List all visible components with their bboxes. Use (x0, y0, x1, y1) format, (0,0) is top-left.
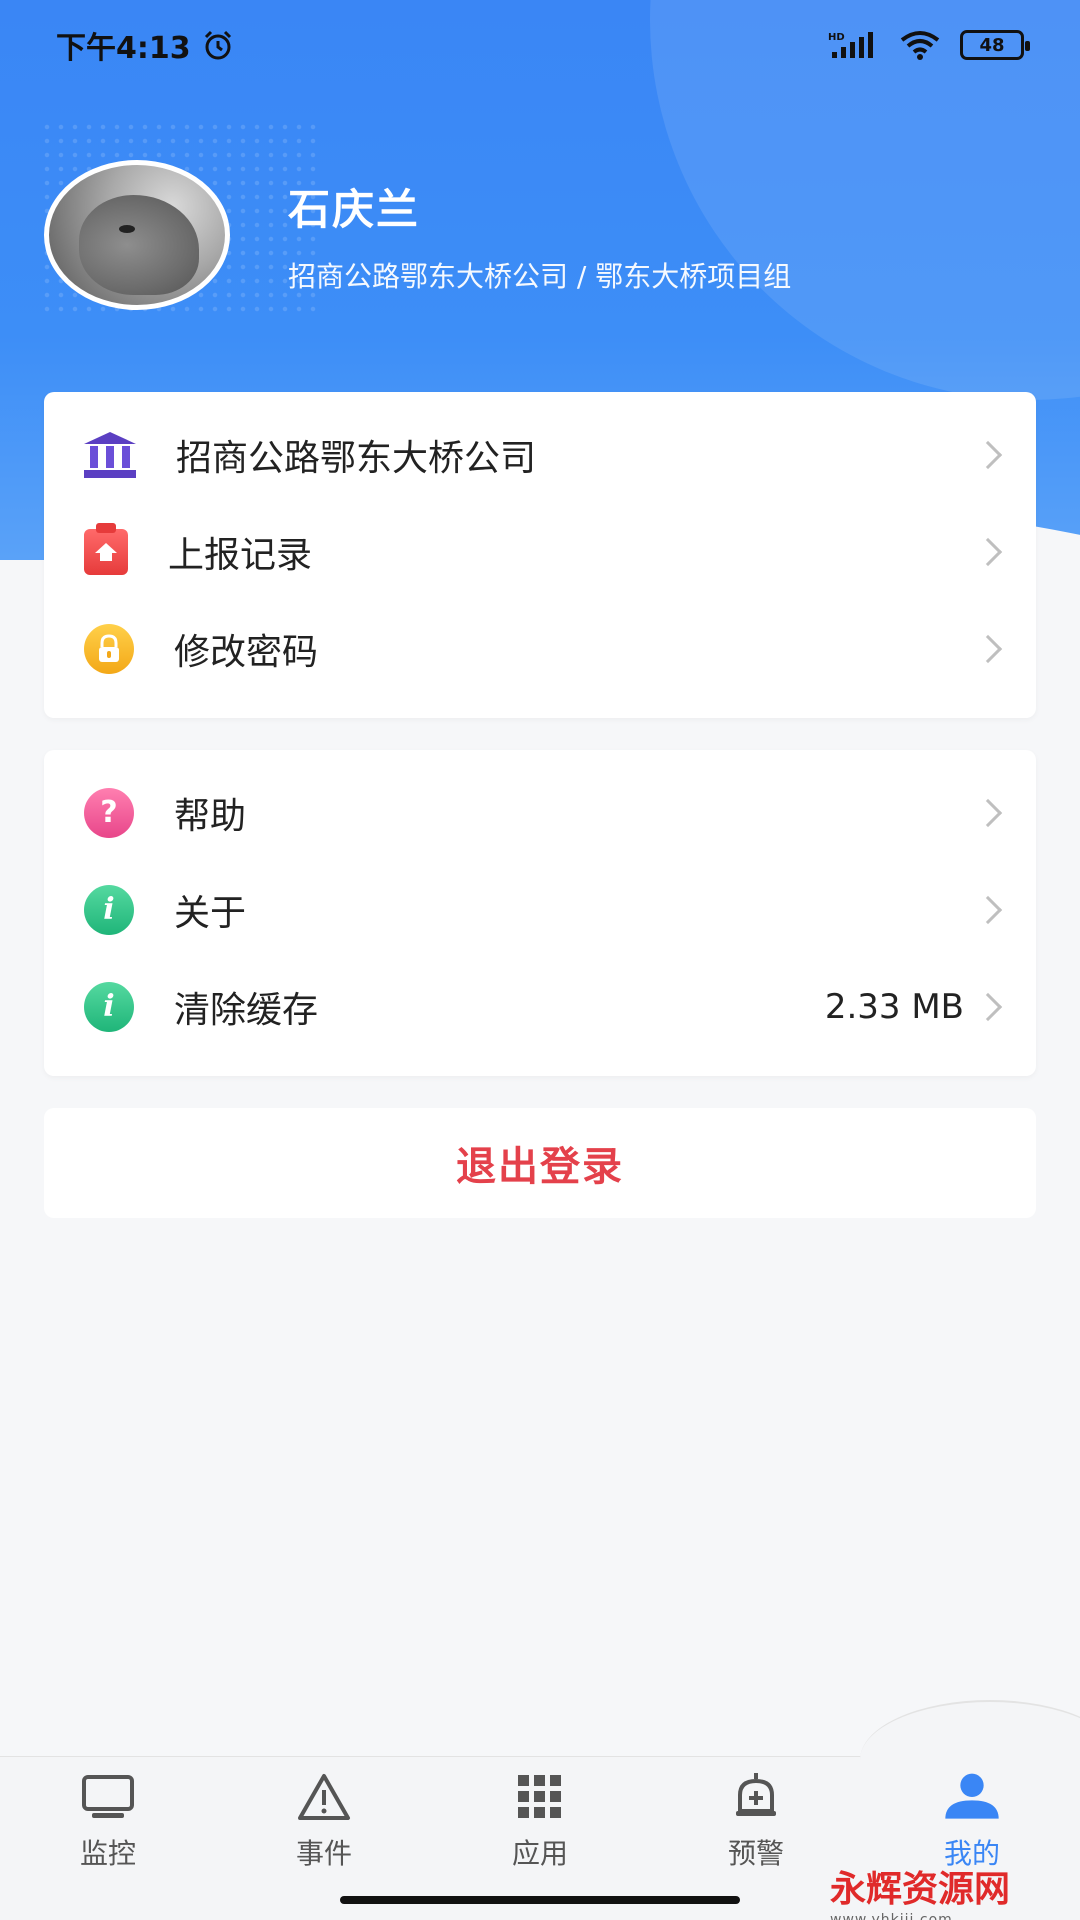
bottom-nav: 监控 事件 应用 预警 我的 (0, 1770, 1080, 1872)
nav-label: 应用 (511, 1837, 568, 1870)
menu-item-clear-cache[interactable]: i 清除缓存 2.33 MB (44, 958, 1036, 1055)
avatar-cat-eye (119, 225, 135, 233)
menu-item-about[interactable]: i 关于 (44, 861, 1036, 958)
status-indicators: HD 48 (828, 30, 1030, 60)
menu-item-report-records[interactable]: 上报记录 (44, 503, 1036, 600)
profile-name: 石庆兰 (288, 184, 421, 234)
chevron-right-icon (973, 634, 1003, 663)
watermark: 永辉资源网 www.yhkjjj.com (830, 1860, 1010, 1920)
nav-tab-apps[interactable]: 应用 (432, 1770, 648, 1872)
battery-level: 48 (979, 34, 1005, 56)
nav-tab-monitor[interactable]: 监控 (0, 1770, 216, 1872)
home-indicator[interactable] (340, 1896, 740, 1904)
watermark-text: 永辉资源网 (830, 1869, 1011, 1910)
user-icon (942, 1770, 1002, 1824)
menu-item-label: 招商公路鄂东大桥公司 (176, 437, 537, 479)
menu-item-help[interactable]: ? 帮助 (44, 764, 1036, 861)
logout-label: 退出登录 (456, 1144, 624, 1190)
signal-icon: HD (828, 32, 873, 58)
profile-text: 石庆兰 招商公路鄂东大桥公司 / 鄂东大桥项目组 (288, 176, 791, 295)
nav-label: 预警 (727, 1837, 784, 1870)
menu-item-label: 帮助 (174, 795, 247, 837)
avatar[interactable] (44, 160, 230, 310)
chevron-right-icon (973, 798, 1003, 827)
status-time-group: 下午4:13 (56, 23, 235, 67)
cache-size-value: 2.33 MB (824, 986, 964, 1027)
nav-tab-alerts[interactable]: 预警 (648, 1770, 864, 1872)
nav-label: 事件 (295, 1837, 352, 1870)
nav-label: 监控 (79, 1837, 136, 1870)
alarm-bell-icon (726, 1770, 786, 1824)
chevron-right-icon (973, 440, 1003, 469)
apps-grid-icon (510, 1770, 570, 1824)
report-clipboard-icon (84, 522, 128, 575)
app-menu-card: ? 帮助 i 关于 i 清除缓存 2.33 MB (44, 750, 1036, 1076)
menu-item-label: 上报记录 (168, 534, 313, 576)
warning-triangle-icon (294, 1770, 354, 1824)
nav-tab-events[interactable]: 事件 (216, 1770, 432, 1872)
chevron-right-icon (973, 895, 1003, 924)
menu-item-label: 修改密码 (174, 631, 319, 673)
wifi-icon (900, 31, 940, 60)
chevron-right-icon (973, 537, 1003, 566)
bank-icon (84, 431, 136, 478)
monitor-icon (78, 1770, 138, 1824)
info-icon: i (84, 884, 134, 935)
account-menu-card: 招商公路鄂东大桥公司 上报记录 修改密码 (44, 392, 1036, 718)
battery-icon: 48 (960, 30, 1030, 60)
profile-header[interactable]: 石庆兰 招商公路鄂东大桥公司 / 鄂东大桥项目组 (44, 160, 791, 310)
status-time: 下午4:13 (56, 31, 191, 66)
svg-text:HD: HD (828, 32, 845, 43)
watermark-url: www.yhkjjj.com (830, 1912, 953, 1920)
chevron-right-icon (973, 992, 1003, 1021)
menu-item-label: 清除缓存 (174, 989, 319, 1031)
help-icon: ? (84, 787, 134, 838)
status-bar: 下午4:13 HD 48 (0, 0, 1080, 90)
logout-button[interactable]: 退出登录 (44, 1108, 1036, 1218)
menu-item-company[interactable]: 招商公路鄂东大桥公司 (44, 406, 1036, 503)
alarm-clock-icon (204, 30, 231, 60)
profile-organization: 招商公路鄂东大桥公司 / 鄂东大桥项目组 (288, 259, 792, 293)
menu-item-change-password[interactable]: 修改密码 (44, 600, 1036, 697)
nav-tab-mine[interactable]: 我的 (864, 1770, 1080, 1872)
info-icon: i (84, 981, 134, 1032)
avatar-cat-shape (79, 195, 199, 295)
menu-item-label: 关于 (174, 892, 247, 934)
lock-icon (84, 623, 134, 674)
